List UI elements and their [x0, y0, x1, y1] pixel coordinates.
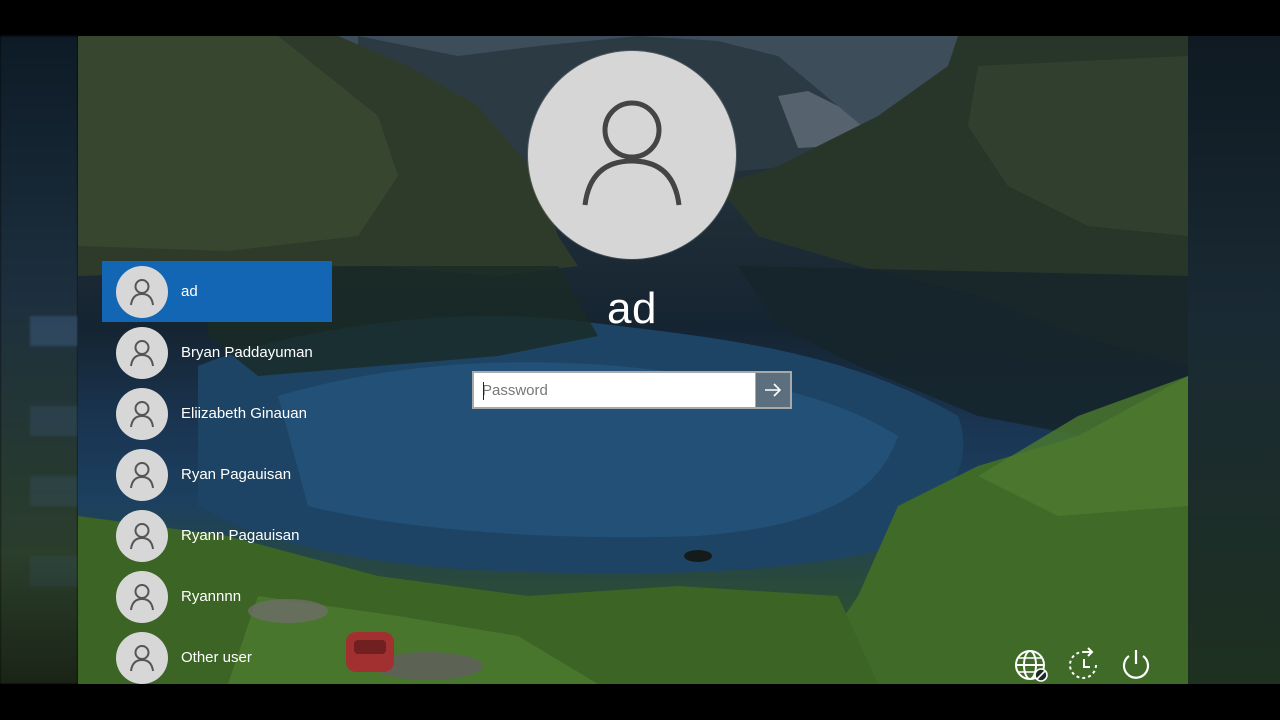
user-avatar: [116, 265, 168, 318]
user-item-ryann-pagauisan[interactable]: Ryann Pagauisan: [102, 505, 332, 566]
user-avatar: [116, 631, 168, 684]
user-name-label: Bryan Paddayuman: [181, 344, 313, 361]
user-item-ryan-pagauisan[interactable]: Ryan Pagauisan: [102, 444, 332, 505]
ease-of-access-icon[interactable]: [1066, 647, 1102, 683]
submit-button[interactable]: [755, 373, 790, 407]
user-item-other-user[interactable]: Other user: [102, 627, 332, 688]
text-caret: [483, 382, 484, 400]
user-item-eliizabeth-ginauan[interactable]: Eliizabeth Ginauan: [102, 383, 332, 444]
user-name-label: Ryan Pagauisan: [181, 466, 292, 483]
user-silhouette-icon: [130, 644, 154, 671]
user-name-label: Other user: [181, 649, 252, 666]
user-silhouette-icon: [130, 339, 154, 366]
user-silhouette-icon: [130, 278, 154, 305]
side-blur-left: [0, 36, 78, 684]
user-item-bryan-paddayuman[interactable]: Bryan Paddayuman: [102, 322, 332, 383]
user-avatar: [116, 326, 168, 379]
user-silhouette-icon: [130, 522, 154, 549]
user-name-label: Ryannnn: [181, 588, 242, 605]
user-name-label: Ryann Pagauisan: [181, 527, 300, 544]
user-silhouette-icon: [130, 400, 154, 427]
user-avatar: [116, 387, 168, 440]
arrow-right-icon: [765, 383, 782, 397]
letterbox-bottom: [0, 684, 1280, 720]
user-name-label: Eliizabeth Ginauan: [181, 405, 307, 422]
current-user-name: ad: [607, 284, 657, 333]
password-box: [472, 371, 792, 409]
user-silhouette-icon: [582, 100, 682, 206]
current-user-avatar: [528, 51, 736, 259]
user-avatar: [116, 448, 168, 501]
user-silhouette-icon: [130, 583, 154, 610]
letterbox-top: [0, 0, 1280, 36]
side-blur-right: [1188, 36, 1280, 684]
user-item-ad[interactable]: ad: [102, 261, 332, 322]
user-avatar: [116, 509, 168, 562]
password-input[interactable]: [474, 373, 755, 407]
user-name-label: ad: [181, 283, 198, 300]
user-list: ad Bryan Paddayuman Eliizabeth Ginauan R…: [102, 261, 332, 688]
user-item-ryannnn[interactable]: Ryannnn: [102, 566, 332, 627]
user-avatar: [116, 570, 168, 623]
power-icon[interactable]: [1118, 647, 1154, 683]
user-silhouette-icon: [130, 461, 154, 488]
network-icon[interactable]: [1013, 647, 1049, 683]
